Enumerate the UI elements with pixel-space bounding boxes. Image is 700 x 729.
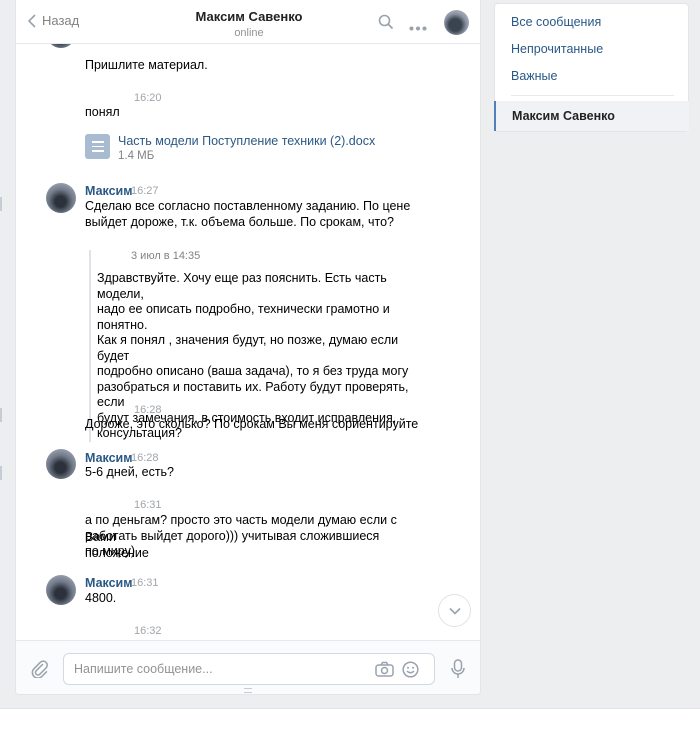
more-options-icon[interactable] <box>409 20 427 34</box>
message-author[interactable]: Максим <box>85 576 133 590</box>
left-edge-marker <box>0 408 2 422</box>
avatar[interactable] <box>46 44 76 48</box>
messages-filter-menu: Все сообщения Непрочитанные Важные Макси… <box>494 3 689 132</box>
menu-divider <box>511 95 674 96</box>
message-time: 16:27 <box>131 185 159 197</box>
message-author[interactable]: Максим <box>85 184 133 198</box>
document-size: 1.4 МБ <box>118 150 155 162</box>
message-text: по миру) <box>85 544 135 558</box>
message-input[interactable] <box>74 662 364 676</box>
resize-handle[interactable] <box>244 688 252 693</box>
document-name[interactable]: Часть модели Поступление техники (2).doc… <box>118 134 375 149</box>
message-text: понял <box>85 105 120 119</box>
menu-item-active-conversation[interactable]: Максим Савенко <box>494 101 689 131</box>
quote-date: 3 июл в 14:35 <box>131 250 201 262</box>
message-text: 5-6 дней, есть? <box>85 465 175 479</box>
menu-item-important[interactable]: Важные <box>511 69 558 83</box>
message-time: 16:32 <box>134 625 162 637</box>
left-edge-marker <box>0 197 2 211</box>
menu-item-all-messages[interactable]: Все сообщения <box>511 15 601 29</box>
message-author[interactable]: Максим <box>85 451 133 465</box>
message-time: 16:20 <box>134 92 162 104</box>
avatar[interactable] <box>46 183 76 213</box>
search-icon[interactable] <box>378 14 394 33</box>
message-text: Дороже, это сколько? По срокам Вы меня с… <box>85 417 419 431</box>
message-text: Сделаю все согласно поставленному задани… <box>85 199 411 213</box>
chat-header: Назад Максим Савенко online <box>16 0 480 44</box>
chevron-down-icon <box>448 607 461 615</box>
document-icon <box>85 134 110 159</box>
message-history: Пришлите материал. 16:20 понял Часть мод… <box>16 44 480 640</box>
message-text: Пришлите материал. <box>85 58 208 72</box>
left-edge-marker <box>0 466 2 480</box>
scroll-down-button[interactable] <box>438 594 471 627</box>
emoji-icon[interactable] <box>402 661 419 681</box>
avatar[interactable] <box>46 575 76 605</box>
attach-icon[interactable] <box>31 660 49 681</box>
peer-avatar[interactable] <box>444 10 469 35</box>
avatar[interactable] <box>46 449 76 479</box>
message-composer <box>16 640 480 694</box>
message-time: 16:28 <box>134 404 162 416</box>
message-text: выйдет дороже, т.к. объема больше. По ср… <box>85 215 394 229</box>
microphone-icon[interactable] <box>451 659 465 682</box>
message-time: 16:31 <box>134 499 162 511</box>
camera-icon[interactable] <box>375 661 394 681</box>
message-time: 16:31 <box>131 577 159 589</box>
menu-item-unread[interactable]: Непрочитанные <box>511 42 603 56</box>
message-time: 16:28 <box>131 452 159 464</box>
message-text: 4800. <box>85 591 117 605</box>
message-input-box[interactable] <box>63 653 435 685</box>
page-footer-strip <box>0 708 700 729</box>
active-conversation-label: Максим Савенко <box>512 109 615 123</box>
chat-panel: Назад Максим Савенко online Пришлите мат… <box>15 0 481 695</box>
document-attachment[interactable]: Часть модели Поступление техники (2).doc… <box>85 134 375 162</box>
